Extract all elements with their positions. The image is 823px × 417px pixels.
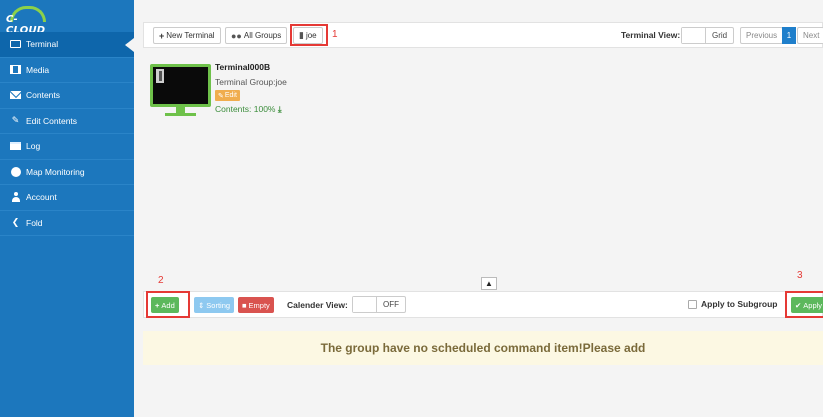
globe-icon [9,166,22,177]
sidebar-item-label: Map Monitoring [26,166,85,177]
collapse-panel-button[interactable]: ▲ [481,277,497,290]
terminal-view-toggle[interactable]: Grid [681,27,735,44]
sidebar-item-log[interactable]: Log [0,134,134,160]
annotation-1: 1 [332,29,338,40]
no-schedule-notice: The group have no scheduled command item… [143,331,823,365]
sidebar-item-media[interactable]: Media [0,58,134,83]
film-icon [9,65,22,75]
chevron-up-icon: ▲ [485,279,493,288]
edit-icon: ✎ [11,115,20,126]
sidebar: C-CLOUD Terminal Media Contents ✎ Edit C… [0,0,134,417]
terminal-name: Terminal000B [215,62,271,72]
download-icon: ⤓ [277,104,282,114]
sidebar-item-label: Edit Contents [26,115,78,126]
empty-label: Empty [248,300,270,310]
sidebar-item-edit-contents[interactable]: ✎ Edit Contents [0,109,134,134]
sidebar-item-map-monitoring[interactable]: Map Monitoring [0,160,134,185]
new-terminal-button[interactable]: + New Terminal [153,27,221,44]
sorting-button[interactable]: ⇕ Sorting [194,297,235,313]
schedule-toolbar: + Add ⇕ Sorting ■ Empty Calender View: O… [143,291,823,318]
sidebar-item-label: Media [26,64,50,75]
sort-icon: ⇕ [198,300,205,310]
envelope-icon [9,91,22,100]
next-label: Next [803,31,820,40]
sidebar-item-label: Log [26,141,41,152]
chevron-left-icon: ❮ [11,217,20,228]
all-groups-button[interactable]: ●● All Groups [225,27,288,44]
terminal-screen-preview [153,67,208,104]
monitor-icon [9,40,22,49]
sidebar-item-label: Account [26,192,57,203]
terminal-group: Terminal Group:joe [215,77,287,87]
notice-text: The group have no scheduled command item… [320,341,646,355]
sidebar-item-label: Terminal [26,39,59,50]
calendar-view-toggle[interactable]: OFF [352,296,406,313]
monitor-base [165,113,196,116]
sidebar-item-label: Fold [26,217,43,228]
sidebar-item-contents[interactable]: Contents [0,83,134,109]
edit-icon: ✎ [218,92,224,100]
terminal-view-value: Grid [712,31,728,40]
user-icon [9,192,22,203]
terminal-contents-status: Contents: 100% ⤓ [215,104,282,115]
edit-label: Edit [224,92,237,99]
page-1-button[interactable]: 1 [782,27,796,44]
sidebar-item-account[interactable]: Account [0,185,134,211]
all-groups-label: All Groups [243,31,282,40]
users-icon: ●● [231,30,242,41]
highlight-box-2 [146,291,190,318]
sidebar-item-fold[interactable]: ❮ Fold [0,211,134,236]
list-icon [9,142,22,151]
sidebar-item-terminal[interactable]: Terminal [0,32,134,58]
sidebar-item-label: Contents [26,90,61,101]
plus-icon: + [159,30,165,41]
next-button[interactable]: Next [797,27,823,44]
terminal-thumbnail[interactable] [150,64,211,107]
new-terminal-label: New Terminal [166,31,215,40]
cloud-logo-icon: C-CLOUD [6,4,52,36]
sorting-label: Sorting [206,300,231,310]
calendar-view-label: Calender View: [287,300,348,310]
terminal-toolbar: + New Terminal ●● All Groups ▮ joe 1 Ter… [143,22,823,48]
edit-terminal-button[interactable]: ✎ Edit [215,90,240,101]
contents-progress: Contents: 100% [215,104,276,114]
empty-button[interactable]: ■ Empty [238,297,274,313]
annotation-3: 3 [797,270,803,281]
apply-subgroup-checkbox[interactable] [688,300,697,309]
app-logo[interactable]: C-CLOUD [0,0,134,36]
previous-button[interactable]: Previous [740,27,784,44]
calendar-view-value: OFF [383,300,399,309]
annotation-2: 2 [158,275,164,286]
highlight-box-1 [290,24,328,46]
apply-subgroup-label: Apply to Subgroup [701,299,778,309]
trash-icon: ■ [242,300,247,310]
highlight-box-3 [785,291,823,318]
previous-label: Previous [746,31,778,40]
terminal-view-label: Terminal View: [621,30,681,40]
